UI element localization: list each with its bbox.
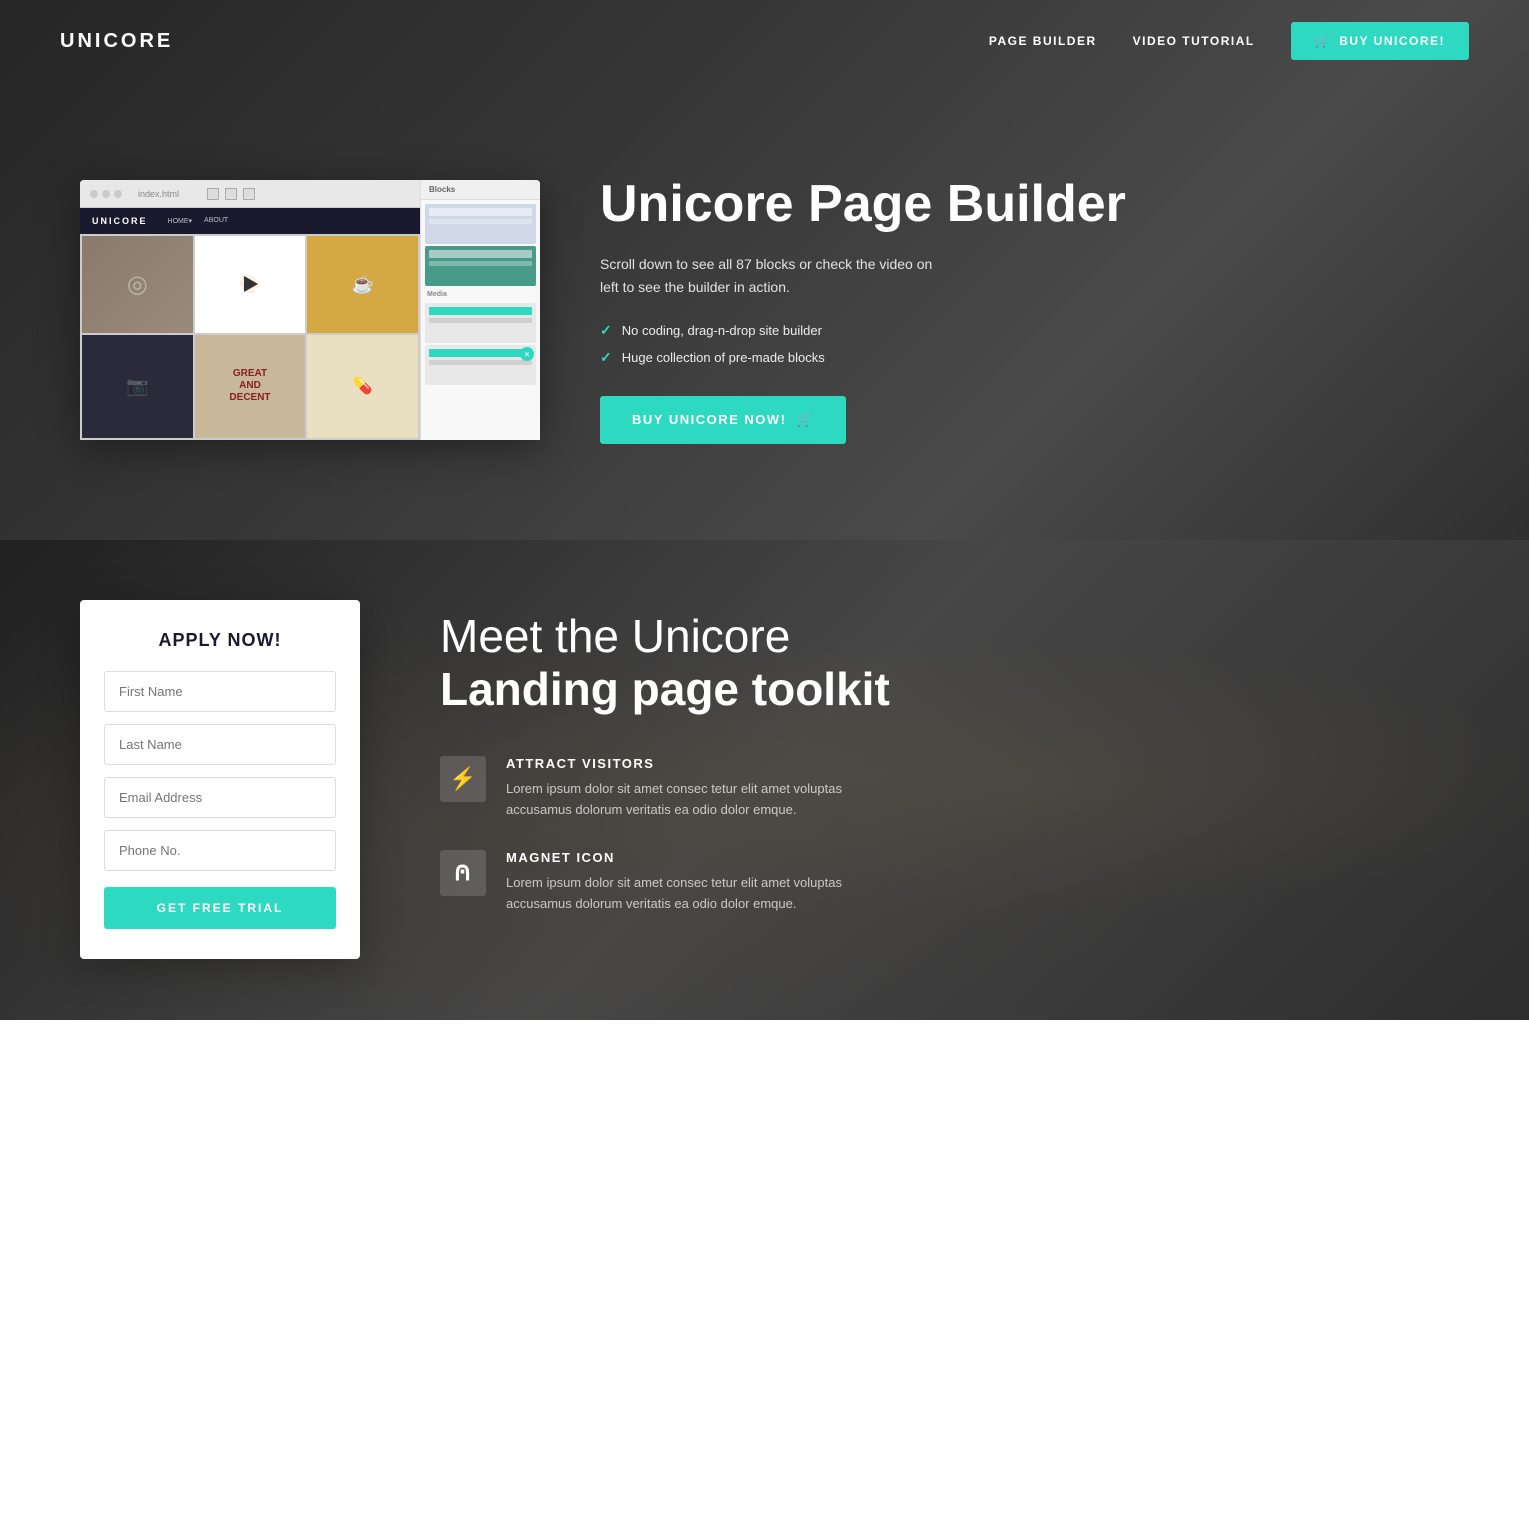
browser-mockup: index.html UNICORE HOME▾ [80, 180, 540, 440]
browser-icon-tablet[interactable] [225, 188, 237, 200]
browser-window-controls [90, 190, 122, 198]
magnet-icon: ⊍ [440, 850, 486, 896]
block-item-2[interactable] [425, 246, 536, 286]
feature-attract-name: ATTRACT VISITORS [506, 756, 866, 771]
block-item-4[interactable]: × [425, 345, 536, 385]
browser-titlebar: index.html [80, 180, 420, 208]
browser-inner-link-2: ABOUT [204, 217, 228, 225]
email-input[interactable] [104, 777, 336, 818]
close-icon[interactable]: × [520, 347, 534, 361]
feature-magnet-desc: Lorem ipsum dolor sit amet consec tetur … [506, 873, 866, 915]
buy-unicore-hero-button[interactable]: BUY UNICORE NOW! 🛒 [600, 396, 846, 444]
apply-form: APPLY NOW! GET FREE TRIAL [80, 600, 360, 959]
browser-grid-cell-1: ◎ [82, 236, 193, 333]
grid-icon-3: ☕ [351, 274, 373, 295]
browser-inner-link-1: HOME▾ [168, 217, 193, 225]
hero-section: UNICORE PAGE BUILDER VIDEO TUTORIAL 🛒 BU… [0, 0, 1529, 540]
browser-inner-links: HOME▾ ABOUT [168, 217, 229, 225]
section2-content: APPLY NOW! GET FREE TRIAL Meet the Unico… [0, 540, 1529, 1020]
meet-title: Meet the Unicore Landing page toolkit [440, 610, 1449, 716]
page-builder-link[interactable]: PAGE BUILDER [989, 34, 1097, 48]
navbar-links: PAGE BUILDER VIDEO TUTORIAL 🛒 BUY UNICOR… [989, 22, 1469, 60]
feature-magnet: ⊍ MAGNET ICON Lorem ipsum dolor sit amet… [440, 850, 1449, 915]
browser-url: index.html [138, 189, 179, 199]
first-name-input[interactable] [104, 671, 336, 712]
play-button[interactable] [230, 264, 270, 304]
feature-attract-visitors: ⚡ ATTRACT VISITORS Lorem ipsum dolor sit… [440, 756, 1449, 821]
media-label: Media [425, 288, 536, 301]
lightning-icon: ⚡ [440, 756, 486, 802]
block-preview-bar-2 [429, 219, 532, 224]
browser-grid-cell-3: ☕ [307, 236, 418, 333]
hero-feature-1: ✓ No coding, drag-n-drop site builder [600, 322, 1449, 339]
hero-feature-2: ✓ Huge collection of pre-made blocks [600, 349, 1449, 366]
video-tutorial-link[interactable]: VIDEO TUTORIAL [1133, 34, 1255, 48]
block-preview-bar-6 [429, 318, 532, 323]
check-icon-2: ✓ [600, 349, 612, 366]
feature-attract-desc: Lorem ipsum dolor sit amet consec tetur … [506, 779, 866, 821]
feature-magnet-info: MAGNET ICON Lorem ipsum dolor sit amet c… [506, 850, 866, 915]
browser-left-panel: index.html UNICORE HOME▾ [80, 180, 420, 440]
browser-body: UNICORE HOME▾ ABOUT ◎ [80, 208, 420, 440]
hero-text-block: Unicore Page Builder Scroll down to see … [600, 176, 1449, 444]
browser-icon-mobile[interactable] [243, 188, 255, 200]
block-preview-bar-8 [429, 360, 532, 365]
browser-inner-navbar: UNICORE HOME▾ ABOUT [80, 208, 420, 234]
block-preview-bar-1 [429, 208, 532, 216]
meet-section-text: Meet the Unicore Landing page toolkit ⚡ … [440, 600, 1449, 945]
feature-attract-info: ATTRACT VISITORS Lorem ipsum dolor sit a… [506, 756, 866, 821]
browser-dot-2 [102, 190, 110, 198]
browser-mockup-container: index.html UNICORE HOME▾ [80, 180, 540, 440]
browser-image-grid: ◎ 🎨 ☕ [80, 234, 420, 440]
browser-grid-cell-5: GREATANDDECENT [195, 335, 306, 439]
browser-grid-cell-6: 💊 [307, 335, 418, 439]
block-preview-bar-5 [429, 307, 532, 315]
buy-unicore-nav-button[interactable]: 🛒 BUY UNICORE! [1291, 22, 1469, 60]
cart-icon: 🛒 [1315, 34, 1331, 48]
browser-right-panel: Blocks Media [420, 180, 540, 440]
browser-blocks-header: Blocks [421, 180, 540, 200]
second-section: APPLY NOW! GET FREE TRIAL Meet the Unico… [0, 540, 1529, 1020]
feature-magnet-name: MAGNET ICON [506, 850, 866, 865]
last-name-input[interactable] [104, 724, 336, 765]
block-preview-bar-4 [429, 261, 532, 266]
browser-blocks-list: Media × [421, 200, 540, 389]
block-item-1[interactable] [425, 204, 536, 244]
cart-icon-hero: 🛒 [796, 412, 814, 428]
grid-icon-4: 📷 [126, 376, 148, 397]
block-item-3[interactable] [425, 303, 536, 343]
grid-icon-1: ◎ [127, 270, 148, 299]
play-triangle-icon [244, 276, 258, 292]
browser-icon-desktop[interactable] [207, 188, 219, 200]
hero-title: Unicore Page Builder [600, 176, 1449, 233]
grid-text-5: GREATANDDECENT [229, 368, 270, 404]
navbar-logo: UNICORE [60, 30, 173, 53]
apply-form-title: APPLY NOW! [104, 630, 336, 651]
grid-icon-6: 💊 [353, 376, 373, 396]
navbar: UNICORE PAGE BUILDER VIDEO TUTORIAL 🛒 BU… [0, 0, 1529, 82]
browser-view-icons [207, 188, 255, 200]
get-free-trial-button[interactable]: GET FREE TRIAL [104, 887, 336, 929]
browser-grid-cell-4: 📷 [82, 335, 193, 439]
phone-input[interactable] [104, 830, 336, 871]
hero-subtitle: Scroll down to see all 87 blocks or chec… [600, 253, 940, 298]
browser-dot-3 [114, 190, 122, 198]
hero-features-list: ✓ No coding, drag-n-drop site builder ✓ … [600, 322, 1449, 366]
block-preview-bar-3 [429, 250, 532, 258]
browser-grid-cell-2: 🎨 [195, 236, 306, 333]
check-icon-1: ✓ [600, 322, 612, 339]
browser-dot-1 [90, 190, 98, 198]
browser-inner-logo: UNICORE [92, 216, 148, 226]
block-preview-bar-7 [429, 349, 532, 357]
